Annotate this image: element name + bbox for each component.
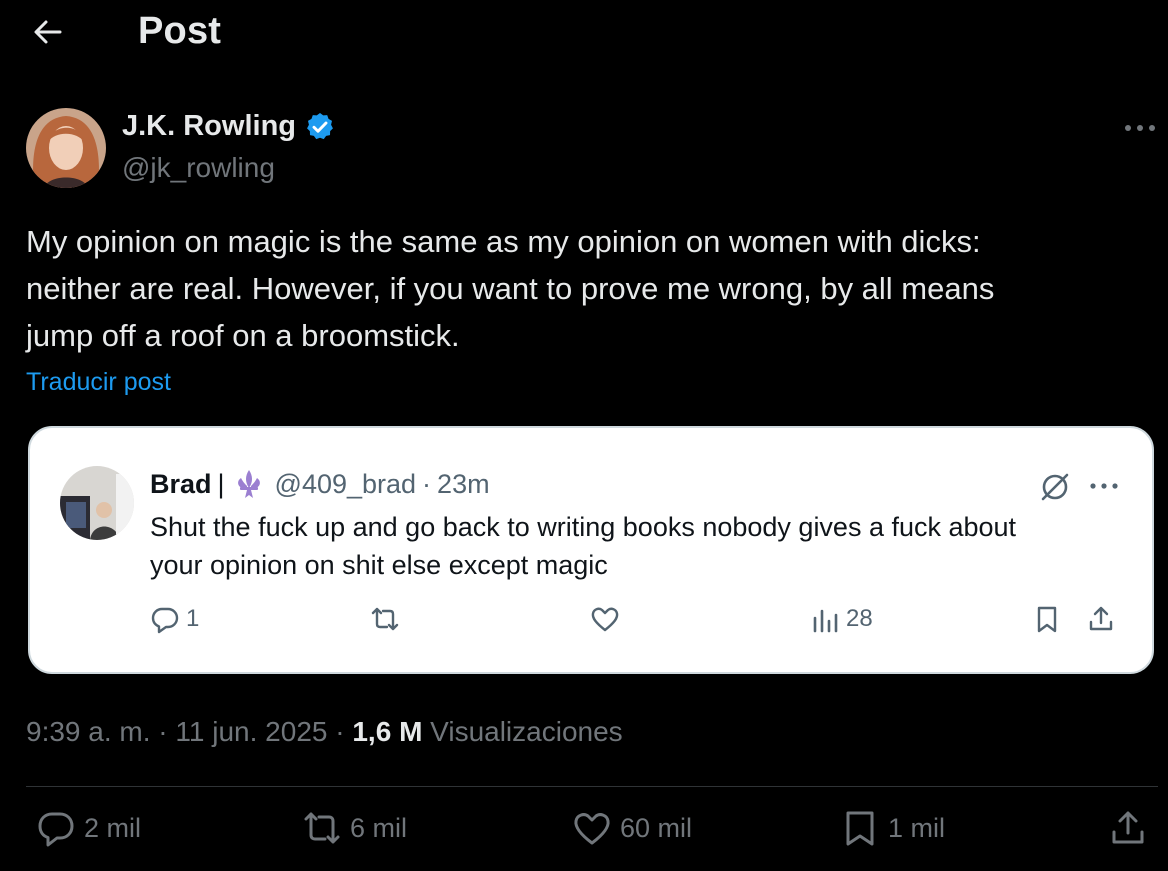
post-time[interactable]: 9:39 a. m. (26, 716, 151, 747)
page-title: Post (138, 10, 222, 52)
repost-icon (304, 812, 340, 844)
back-arrow-icon[interactable] (28, 12, 68, 52)
embedded-views-count: 28 (846, 605, 873, 632)
embedded-separator: | (217, 468, 225, 499)
reply-button[interactable]: 2 mil (36, 808, 141, 848)
meta-separator: · (335, 716, 345, 747)
like-count: 60 mil (620, 812, 693, 843)
reply-icon (151, 607, 179, 634)
embedded-header: Brad | @409_brad · 23m (150, 468, 490, 500)
embedded-like (590, 604, 620, 634)
repost-count: 6 mil (350, 812, 408, 843)
embedded-text: Shut the fuck up and go back to writing … (150, 508, 1110, 584)
grok-icon (1041, 473, 1069, 501)
embedded-dot: · (422, 468, 432, 499)
author-avatar[interactable] (26, 108, 106, 188)
author-name[interactable]: J.K. Rowling (122, 110, 296, 143)
embedded-share (1086, 604, 1116, 634)
translate-post-link[interactable]: Traducir post (26, 368, 171, 397)
verified-badge-icon (307, 112, 333, 139)
repost-button[interactable]: 6 mil (302, 808, 407, 848)
views-count[interactable]: 1,6 M (352, 716, 422, 747)
fleur-de-lis-icon (237, 470, 260, 498)
meta-separator: · (158, 716, 168, 747)
share-button[interactable] (1108, 808, 1148, 848)
reply-count: 2 mil (84, 812, 142, 843)
top-bar: Post (0, 0, 1168, 66)
embedded-avatar (60, 466, 134, 540)
post-date[interactable]: 11 jun. 2025 (175, 716, 327, 747)
heart-icon (574, 813, 610, 845)
embedded-repost (370, 604, 400, 634)
embedded-author-name: Brad (150, 468, 212, 499)
bookmark-count: 1 mil (888, 812, 946, 843)
views-chart-icon (813, 609, 838, 633)
tweet-line: neither are real. However, if you want t… (26, 271, 995, 306)
tweet-text: My opinion on magic is the same as my op… (26, 218, 1136, 359)
bookmark-button[interactable]: 1 mil (840, 808, 945, 848)
embedded-line: Shut the fuck up and go back to writing … (150, 512, 1017, 542)
embedded-views: 28 (810, 604, 873, 634)
embedded-handle: @409_brad (274, 468, 417, 499)
author-handle[interactable]: @jk_rowling (122, 152, 275, 184)
reply-icon (38, 812, 74, 847)
embedded-bookmark (1032, 604, 1062, 634)
action-bar: 2 mil 6 mil 60 mil 1 mil (0, 808, 1168, 864)
embedded-actions: 1 28 (30, 604, 1152, 644)
post-metadata: 9:39 a. m. · 11 jun. 2025 · 1,6 M Visual… (26, 716, 623, 748)
embedded-post-image[interactable]: Brad | @409_brad · 23m Shut the fuck up … (28, 426, 1154, 674)
share-icon (1112, 811, 1144, 844)
embedded-reply: 1 (150, 604, 199, 634)
author-name-row: J.K. Rowling (122, 110, 336, 143)
bookmark-icon (1037, 606, 1057, 633)
tweet-line: jump off a roof on a broomstick. (26, 318, 460, 353)
like-button[interactable]: 60 mil (572, 808, 692, 848)
heart-icon (591, 607, 619, 632)
embedded-more-icon (1090, 483, 1118, 489)
tweet-line: My opinion on magic is the same as my op… (26, 224, 981, 259)
views-label[interactable]: Visualizaciones (430, 716, 623, 747)
embedded-time: 23m (437, 468, 490, 499)
divider (26, 786, 1158, 787)
more-options-icon[interactable] (1120, 114, 1160, 142)
bookmark-icon (846, 811, 874, 846)
share-icon (1089, 606, 1113, 631)
embedded-line: your opinion on shit else except magic (150, 550, 608, 580)
embedded-reply-count: 1 (186, 605, 200, 632)
repost-icon (371, 607, 399, 631)
